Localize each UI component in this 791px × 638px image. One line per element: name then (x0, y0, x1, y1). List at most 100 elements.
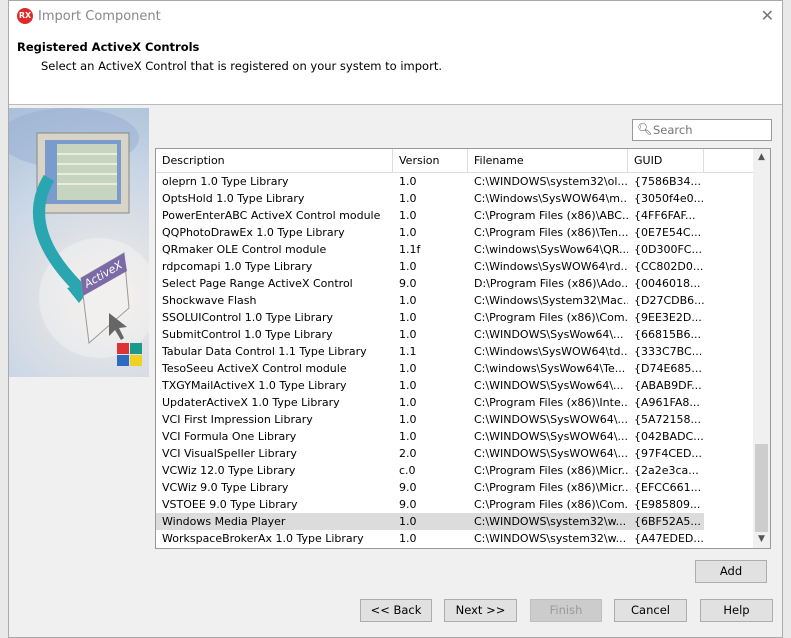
cell-filename: C:\windows\SysWow64\Te... (474, 362, 626, 375)
cell-guid: {042BADC... (634, 430, 704, 443)
table-row[interactable]: PowerEnterABC ActiveX Control module 1.0 C… (156, 207, 704, 224)
column-header-description[interactable]: Description (156, 149, 393, 172)
cell-description: QRmaker OLE Control module (162, 243, 327, 256)
cell-version: 1.0 (399, 515, 417, 528)
scroll-up-icon[interactable]: ▲ (753, 149, 770, 166)
table-row[interactable]: VCI First Impression Library 1.0 C:\WINDOW… (156, 411, 704, 428)
help-button[interactable]: Help (700, 599, 773, 622)
table-row[interactable]: QRmaker OLE Control module 1.1f C:\windows… (156, 241, 704, 258)
search-icon: 🔍︎ (637, 122, 653, 136)
cell-version: 9.0 (399, 481, 417, 494)
cell-version: 1.0 (399, 532, 417, 545)
add-button[interactable]: Add (695, 560, 767, 583)
cell-version: 1.0 (399, 209, 417, 222)
cell-filename: C:\WINDOWS\system32\ol... (474, 175, 628, 188)
cell-version: 9.0 (399, 277, 417, 290)
table-row[interactable]: VCI VisualSpeller Library 2.0 C:\WINDOWS\S… (156, 445, 704, 462)
cell-guid: {CC802D0... (634, 260, 704, 273)
scroll-down-icon[interactable]: ▼ (753, 531, 770, 548)
cell-version: 1.0 (399, 294, 417, 307)
next-button[interactable]: Next >> (444, 599, 517, 622)
cell-version: 1.0 (399, 396, 417, 409)
cancel-button[interactable]: Cancel (614, 599, 687, 622)
table-row[interactable]: VCWiz 9.0 Type Library 9.0 C:\Program File… (156, 479, 704, 496)
cell-description: VCI Formula One Library (162, 430, 297, 443)
table-row[interactable]: Windows Media Player 1.0 C:\WINDOWS\system… (156, 513, 704, 530)
cell-version: 1.0 (399, 362, 417, 375)
cell-version: 1.0 (399, 430, 417, 443)
cell-description: UpdaterActiveX 1.0 Type Library (162, 396, 340, 409)
cell-description: TXGYMailActiveX 1.0 Type Library (162, 379, 347, 392)
cell-version: 1.1f (399, 243, 421, 256)
table-row[interactable]: VCWiz 12.0 Type Library c.0 C:\Program Fil… (156, 462, 704, 479)
cell-filename: C:\WINDOWS\SysWOW64\... (474, 430, 628, 443)
cell-version: 1.0 (399, 226, 417, 239)
column-header-version[interactable]: Version (393, 149, 468, 172)
cell-guid: {3050f4e0... (634, 192, 704, 205)
cell-guid: {5A72158... (634, 413, 702, 426)
cell-filename: C:\Windows\SysWOW64\td... (474, 345, 628, 358)
cell-filename: C:\windows\SysWow64\QR... (474, 243, 628, 256)
cell-filename: C:\Program Files (x86)\Micr... (474, 481, 628, 494)
cell-guid: {7586B34... (634, 175, 702, 188)
search-input[interactable] (653, 122, 768, 138)
cell-description: QQPhotoDrawEx 1.0 Type Library (162, 226, 345, 239)
finish-button[interactable]: Finish (530, 599, 602, 622)
cell-version: 1.0 (399, 379, 417, 392)
cell-guid: {97F4CED... (634, 447, 702, 460)
cell-filename: C:\WINDOWS\SysWOW64\... (474, 413, 628, 426)
table-row[interactable]: OptsHold 1.0 Type Library 1.0 C:\Windows\S… (156, 190, 704, 207)
scrollbar-thumb[interactable] (755, 444, 768, 532)
cell-version: 2.0 (399, 447, 417, 460)
table-row[interactable]: VCI Formula One Library 1.0 C:\WINDOWS\Sys… (156, 428, 704, 445)
cell-version: 9.0 (399, 498, 417, 511)
table-header: Description Version Filename GUID (156, 149, 754, 173)
column-header-filename[interactable]: Filename (468, 149, 628, 172)
table-row[interactable]: Select Page Range ActiveX Control 9.0 D:\P… (156, 275, 704, 292)
table-row[interactable]: rdpcomapi 1.0 Type Library 1.0 C:\Windows\… (156, 258, 704, 275)
cell-filename: C:\WINDOWS\SysWow64\... (474, 328, 624, 341)
cell-description: Windows Media Player (162, 515, 286, 528)
cell-description: WorkspaceBrokerAx 1.0 Type Library (162, 532, 364, 545)
close-icon[interactable]: ✕ (761, 6, 774, 25)
table-row[interactable]: SSOLUIControl 1.0 Type Library 1.0 C:\Prog… (156, 309, 704, 326)
table-row[interactable]: QQPhotoDrawEx 1.0 Type Library 1.0 C:\Prog… (156, 224, 704, 241)
cell-description: VCI VisualSpeller Library (162, 447, 297, 460)
window-title: Import Component (38, 9, 161, 24)
table-row[interactable]: UpdaterActiveX 1.0 Type Library 1.0 C:\Pro… (156, 394, 704, 411)
cell-guid: {D74E685... (634, 362, 702, 375)
cell-description: Shockwave Flash (162, 294, 257, 307)
cell-version: 1.0 (399, 311, 417, 324)
table-row[interactable]: WorkspaceBrokerAx 1.0 Type Library 1.0 C:\… (156, 530, 704, 547)
cell-filename: C:\WINDOWS\SysWOW64\... (474, 447, 628, 460)
wizard-header: Registered ActiveX Controls Select an Ac… (9, 32, 782, 105)
cell-guid: {6BF52A5... (634, 515, 701, 528)
table-row[interactable]: oleprn 1.0 Type Library 1.0 C:\WINDOWS\sys… (156, 173, 704, 190)
cell-guid: {333C7BC... (634, 345, 703, 358)
import-component-dialog: RX Import Component ✕ Registered ActiveX… (8, 0, 783, 638)
table-row[interactable]: SubmitControl 1.0 Type Library 1.0 C:\WIND… (156, 326, 704, 343)
column-header-guid[interactable]: GUID (628, 149, 704, 172)
cell-guid: {A961FA8... (634, 396, 700, 409)
cell-guid: {9EE3E2D... (634, 311, 702, 324)
cell-description: SSOLUIControl 1.0 Type Library (162, 311, 333, 324)
cell-filename: C:\Windows\SysWOW64\m... (474, 192, 628, 205)
cell-guid: {A47EDED... (634, 532, 704, 545)
search-box[interactable]: 🔍︎ (632, 119, 772, 141)
table-row[interactable]: TesoSeeu ActiveX Control module 1.0 C:\win… (156, 360, 704, 377)
app-logo: RX (17, 8, 33, 24)
table-row[interactable]: TXGYMailActiveX 1.0 Type Library 1.0 C:\WI… (156, 377, 704, 394)
table-row[interactable]: VSTOEE 9.0 Type Library 9.0 C:\Program Fil… (156, 496, 704, 513)
cell-filename: C:\Windows\System32\Mac... (474, 294, 628, 307)
table-row[interactable]: Shockwave Flash 1.0 C:\Windows\System32\Ma… (156, 292, 704, 309)
cell-filename: D:\Program Files (x86)\Ado... (474, 277, 628, 290)
cell-guid: {ABAB9DF... (634, 379, 702, 392)
cell-description: TesoSeeu ActiveX Control module (162, 362, 347, 375)
table-row[interactable]: Tabular Data Control 1.1 Type Library 1.1… (156, 343, 704, 360)
cell-filename: C:\Program Files (x86)\ABC... (474, 209, 628, 222)
cell-filename: C:\WINDOWS\system32\w... (474, 515, 627, 528)
vertical-scrollbar[interactable]: ▲ ▼ (753, 149, 770, 548)
cell-description: rdpcomapi 1.0 Type Library (162, 260, 313, 273)
cell-filename: C:\Program Files (x86)\Micr... (474, 464, 628, 477)
back-button[interactable]: << Back (360, 599, 432, 622)
